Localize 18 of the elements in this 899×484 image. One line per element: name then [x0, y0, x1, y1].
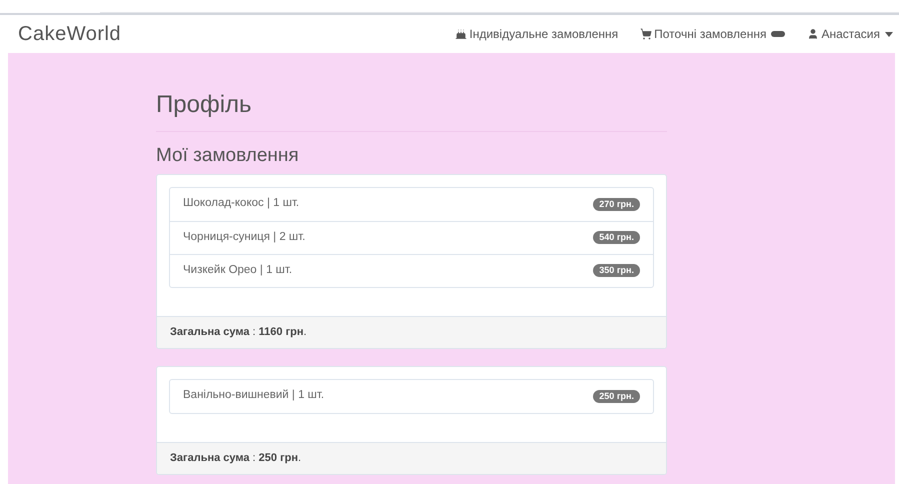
nav-link[interactable]: Анастасия	[807, 25, 893, 43]
section-title: Мої замовлення	[156, 144, 300, 168]
price-badge: 350 грн.	[593, 264, 640, 277]
nav-link[interactable]: Поточні замовлення	[640, 25, 786, 43]
price-badge: 540 грн.	[593, 231, 640, 244]
price-badge: 270 грн.	[593, 198, 640, 210]
item-text: Ванільно-вишневий | 1 шт.	[183, 388, 324, 404]
total-text: Загальна сума : 250 грн.	[170, 450, 302, 466]
nav-link[interactable]: Індивідуальне замовлення	[455, 25, 618, 43]
item-text: Чорниця-суниця | 2 шт.	[183, 230, 306, 245]
brand-logo[interactable]: CakeWorld	[18, 19, 122, 49]
item-text: Шоколад-кокос | 1 шт.	[183, 196, 300, 212]
price-badge: 250 грн.	[593, 390, 640, 402]
page-title: Профіль	[156, 90, 253, 120]
item-text: Чизкейк Орео | 1 шт.	[183, 262, 292, 278]
total-text: Загальна сума : 1160 грн.	[170, 324, 307, 340]
cart-icon	[640, 28, 652, 40]
user-icon	[807, 28, 820, 40]
